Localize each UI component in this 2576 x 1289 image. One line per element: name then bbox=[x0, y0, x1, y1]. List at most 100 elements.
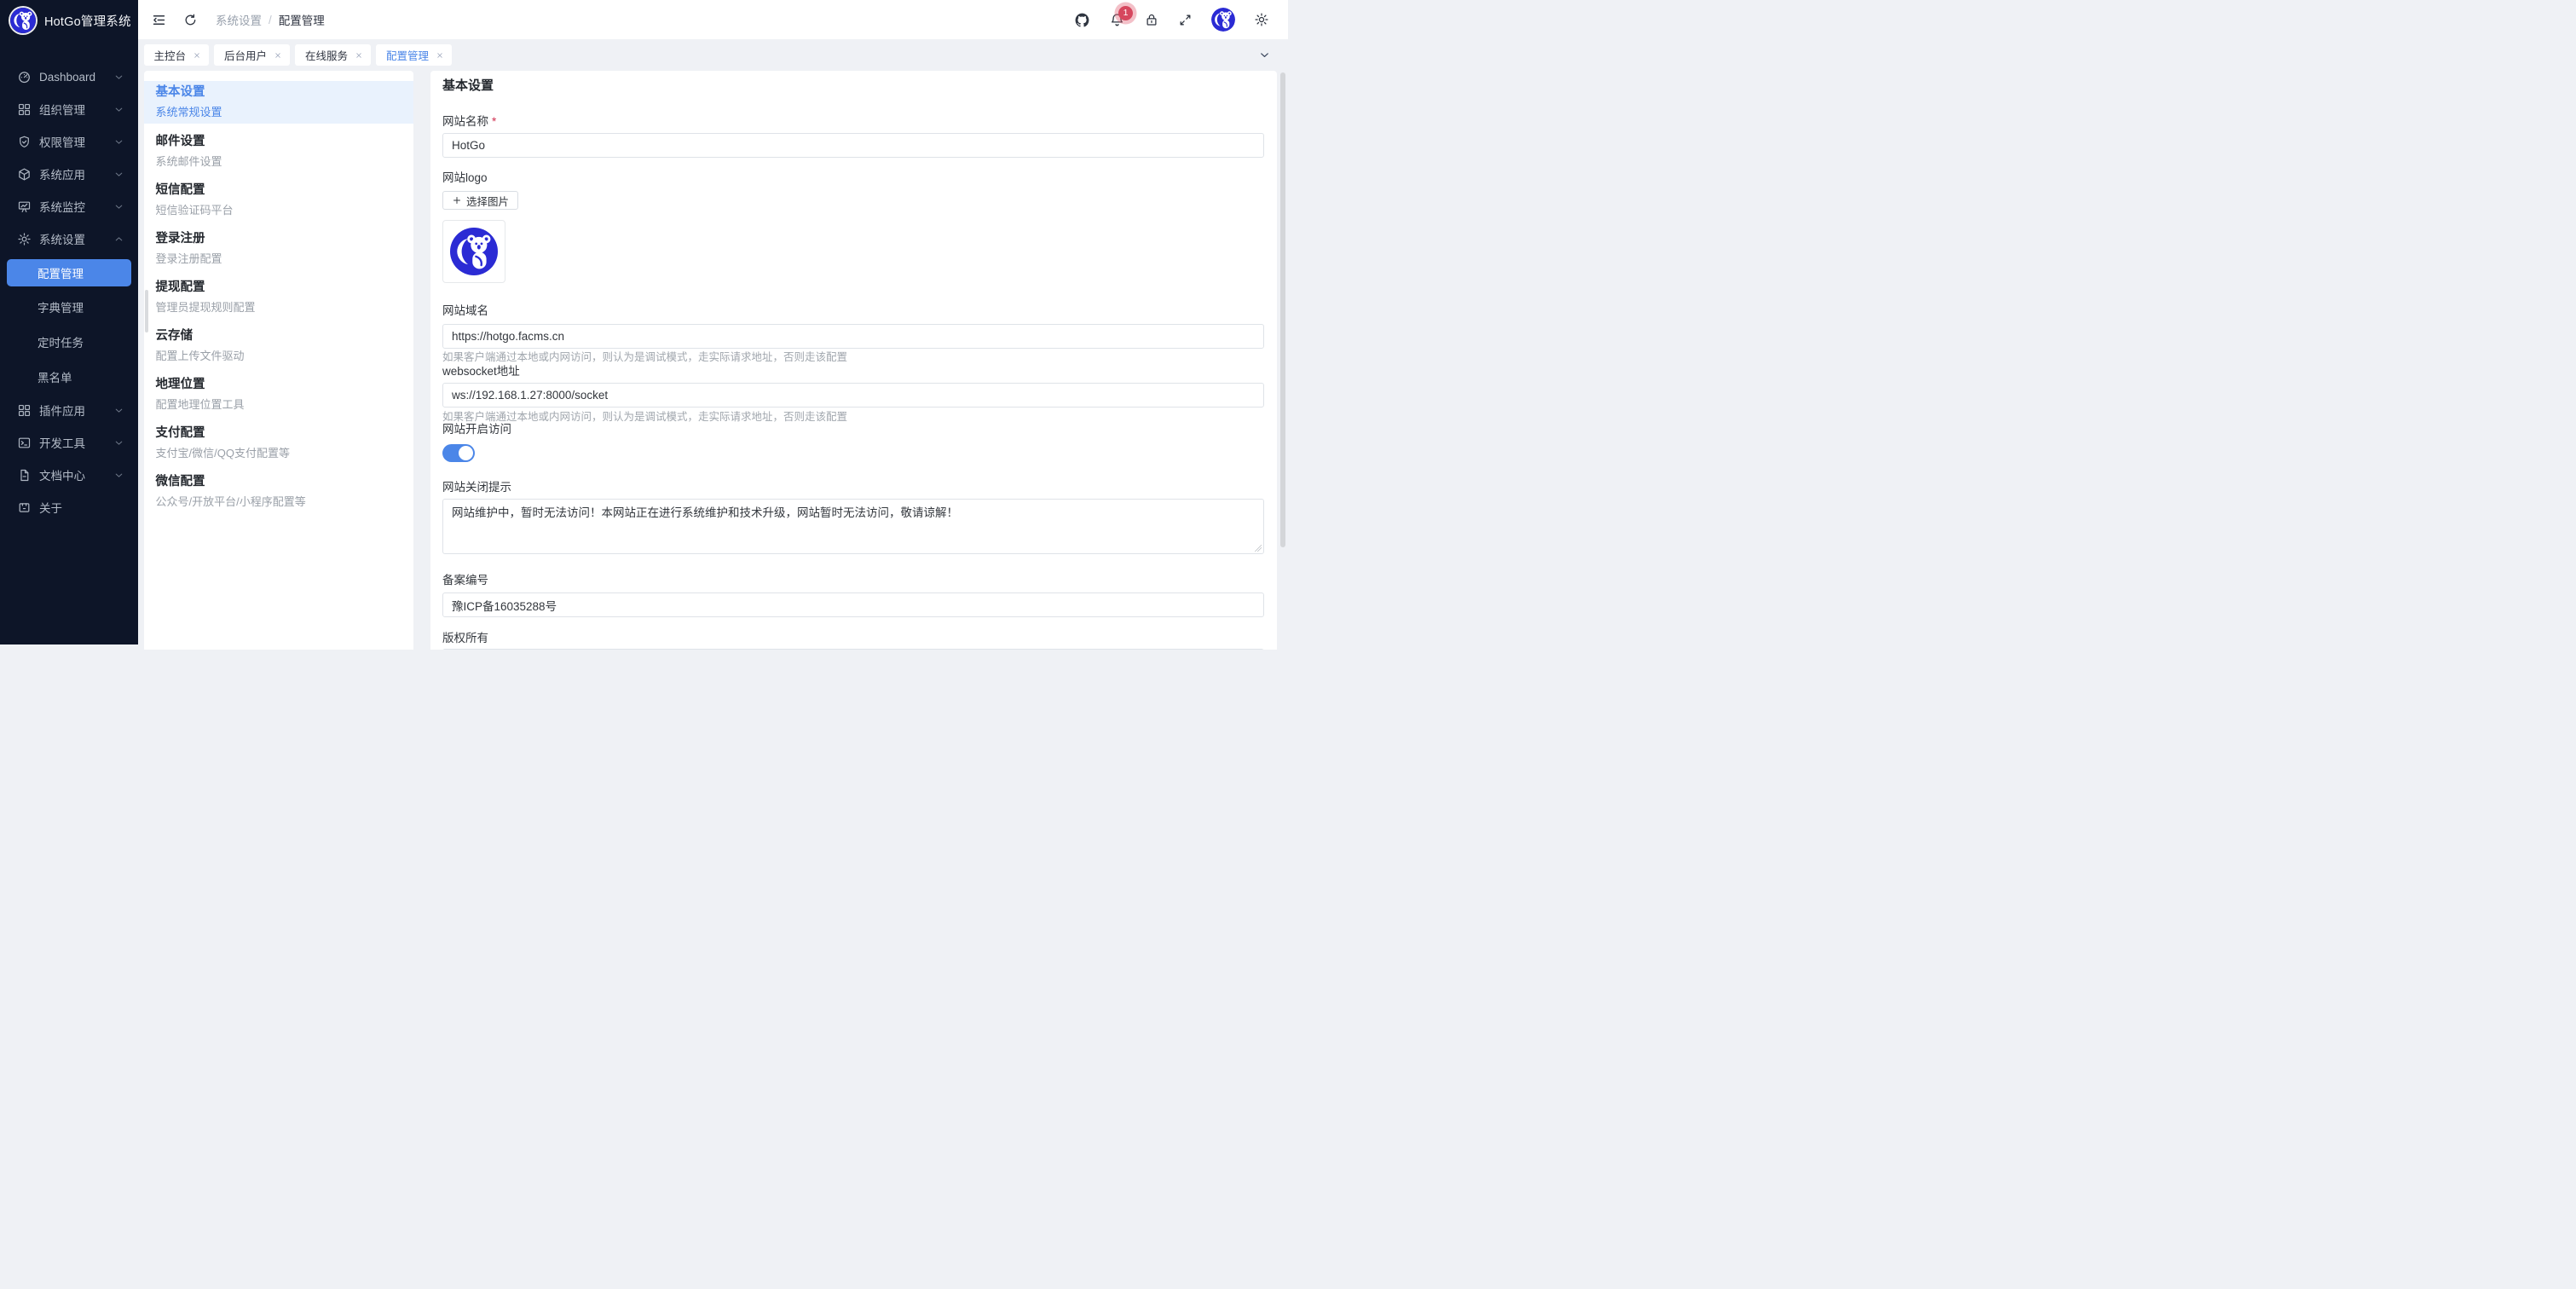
chevron-down-icon bbox=[113, 72, 124, 83]
notifications-button[interactable]: 1 bbox=[1109, 12, 1125, 28]
settings-nav-item-withdraw[interactable]: 提现配置 管理员提现规则配置 bbox=[144, 281, 414, 314]
sidebar-item-dashboard[interactable]: Dashboard bbox=[0, 61, 138, 93]
copyright-label: 版权所有 bbox=[442, 632, 1264, 645]
sidebar-menu: Dashboard 组织管理 权限管理 系统应用 系统监控 系统设置 bbox=[0, 61, 138, 523]
document-icon bbox=[17, 468, 32, 483]
site-open-toggle[interactable] bbox=[442, 444, 475, 462]
refresh-icon[interactable] bbox=[183, 13, 198, 27]
about-icon bbox=[17, 500, 32, 515]
topbar: 系统设置 / 配置管理 1 bbox=[138, 0, 1288, 39]
settings-gear-icon[interactable] bbox=[1254, 12, 1269, 27]
close-icon[interactable] bbox=[355, 51, 363, 60]
fullscreen-icon[interactable] bbox=[1178, 13, 1193, 27]
basic-settings-form: 基本设置 网站名称* 网站logo 选择图片 网站域名 如果客户端通过本地或内网… bbox=[430, 71, 1277, 650]
site-domain-helper: 如果客户端通过本地或内网访问，则认为是调试模式，走实际请求地址，否则走该配置 bbox=[442, 352, 1264, 363]
close-tip-textarea[interactable]: 网站维护中，暂时无法访问！本网站正在进行系统维护和技术升级，网站暂时无法访问，敬… bbox=[442, 499, 1264, 554]
close-icon[interactable] bbox=[274, 51, 282, 60]
chevron-down-icon bbox=[113, 201, 124, 212]
sidebar-item-docs[interactable]: 文档中心 bbox=[0, 459, 138, 491]
chevron-up-icon bbox=[113, 234, 124, 245]
plus-icon bbox=[452, 195, 462, 205]
tab-config-management[interactable]: 配置管理 bbox=[376, 44, 452, 66]
close-icon[interactable] bbox=[193, 51, 201, 60]
page-scrollbar[interactable] bbox=[1280, 72, 1285, 547]
cube-icon bbox=[17, 167, 32, 182]
chevron-down-icon bbox=[113, 437, 124, 448]
sidebar-item-settings[interactable]: 系统设置 bbox=[0, 223, 138, 255]
app-title: HotGo管理系统 bbox=[44, 12, 131, 30]
breadcrumb-separator: / bbox=[269, 14, 272, 26]
sidebar-item-blacklist[interactable]: 黑名单 bbox=[0, 359, 138, 394]
site-name-label: 网站名称* bbox=[442, 115, 1264, 129]
terminal-icon bbox=[17, 436, 32, 450]
settings-nav-item-sms[interactable]: 短信配置 短信验证码平台 bbox=[144, 184, 414, 217]
app-logo-row[interactable]: HotGo管理系统 bbox=[0, 0, 138, 33]
site-logo-preview[interactable] bbox=[442, 220, 505, 283]
chevron-down-icon bbox=[113, 470, 124, 481]
form-heading: 基本设置 bbox=[442, 79, 1264, 93]
sidebar-item-devtools[interactable]: 开发工具 bbox=[0, 426, 138, 459]
breadcrumb-current[interactable]: 配置管理 bbox=[279, 11, 325, 28]
settings-nav-item-geo[interactable]: 地理位置 配置地理位置工具 bbox=[144, 379, 414, 411]
dashboard-icon bbox=[17, 70, 32, 84]
chevron-down-icon bbox=[113, 104, 124, 115]
settings-nav-item-wechat[interactable]: 微信配置 公众号/开放平台/小程序配置等 bbox=[144, 476, 414, 508]
required-asterisk: * bbox=[492, 115, 496, 128]
copyright-input[interactable] bbox=[442, 649, 1264, 650]
content: 基本设置 系统常规设置 邮件设置 系统邮件设置 短信配置 短信验证码平台 登录注… bbox=[138, 71, 1288, 644]
koala-logo-image bbox=[450, 228, 498, 275]
sidebar-item-permission[interactable]: 权限管理 bbox=[0, 125, 138, 158]
topbar-actions: 1 bbox=[1074, 8, 1269, 32]
settings-nav-item-cloud-storage[interactable]: 云存储 配置上传文件驱动 bbox=[144, 330, 414, 362]
chevron-down-icon bbox=[113, 405, 124, 416]
sidebar-item-org[interactable]: 组织管理 bbox=[0, 93, 138, 125]
lock-icon[interactable] bbox=[1144, 12, 1159, 27]
settings-nav-item-login[interactable]: 登录注册 登录注册配置 bbox=[144, 233, 414, 265]
websocket-label: websocket地址 bbox=[442, 365, 1264, 379]
site-name-input[interactable] bbox=[442, 133, 1264, 158]
site-domain-label: 网站域名 bbox=[442, 304, 1264, 318]
icp-input[interactable] bbox=[442, 592, 1264, 617]
chevron-down-icon bbox=[113, 136, 124, 147]
toggle-knob bbox=[459, 446, 473, 460]
websocket-input[interactable] bbox=[442, 383, 1264, 408]
chevron-down-icon bbox=[113, 169, 124, 180]
settings-nav-item-mail[interactable]: 邮件设置 系统邮件设置 bbox=[144, 136, 414, 168]
tab-admin-users[interactable]: 后台用户 bbox=[214, 44, 290, 66]
sidebar-item-monitor[interactable]: 系统监控 bbox=[0, 190, 138, 223]
close-tip-label: 网站关闭提示 bbox=[442, 481, 1264, 494]
sidebar-item-plugins[interactable]: 插件应用 bbox=[0, 394, 138, 426]
choose-image-button[interactable]: 选择图片 bbox=[442, 191, 518, 210]
tabbar: 主控台 后台用户 在线服务 配置管理 bbox=[138, 39, 1288, 71]
sidebar-item-cron[interactable]: 定时任务 bbox=[0, 324, 138, 359]
user-avatar[interactable] bbox=[1211, 8, 1235, 32]
settings-nav-item-basic[interactable]: 基本设置 系统常规设置 bbox=[144, 81, 414, 124]
settings-nav-scrollbar[interactable] bbox=[145, 290, 148, 332]
grid-icon bbox=[17, 403, 32, 418]
site-logo-label: 网站logo bbox=[442, 171, 1264, 185]
sidebar-item-dictionary[interactable]: 字典管理 bbox=[0, 289, 138, 324]
breadcrumb: 系统设置 / 配置管理 bbox=[216, 11, 325, 28]
app-logo-koala-icon bbox=[10, 8, 36, 33]
sidebar-item-apps[interactable]: 系统应用 bbox=[0, 158, 138, 190]
websocket-helper: 如果客户端通过本地或内网访问，则认为是调试模式，走实际请求地址，否则走该配置 bbox=[442, 412, 1264, 423]
site-open-label: 网站开启访问 bbox=[442, 423, 1264, 436]
settings-nav-list: 基本设置 系统常规设置 邮件设置 系统邮件设置 短信配置 短信验证码平台 登录注… bbox=[144, 71, 414, 508]
sidebar-item-config-management[interactable]: 配置管理 bbox=[7, 259, 131, 286]
menu-collapse-icon[interactable] bbox=[151, 12, 167, 28]
sidebar: HotGo管理系统 Dashboard 组织管理 权限管理 系统应用 系统监控 bbox=[0, 0, 138, 644]
site-domain-input[interactable] bbox=[442, 324, 1264, 349]
breadcrumb-parent[interactable]: 系统设置 bbox=[216, 11, 262, 28]
tab-console[interactable]: 主控台 bbox=[144, 44, 210, 66]
sidebar-item-about[interactable]: 关于 bbox=[0, 491, 138, 523]
icp-label: 备案编号 bbox=[442, 574, 1264, 587]
grid-icon bbox=[17, 102, 32, 117]
settings-nav-item-pay[interactable]: 支付配置 支付宝/微信/QQ支付配置等 bbox=[144, 427, 414, 460]
tab-options-chevron-icon[interactable] bbox=[1258, 49, 1271, 61]
notification-badge: 1 bbox=[1118, 6, 1133, 20]
shield-check-icon bbox=[17, 135, 32, 149]
monitor-board-icon bbox=[17, 199, 32, 214]
tab-online-service[interactable]: 在线服务 bbox=[295, 44, 371, 66]
github-icon[interactable] bbox=[1074, 12, 1090, 28]
close-icon[interactable] bbox=[436, 51, 444, 60]
